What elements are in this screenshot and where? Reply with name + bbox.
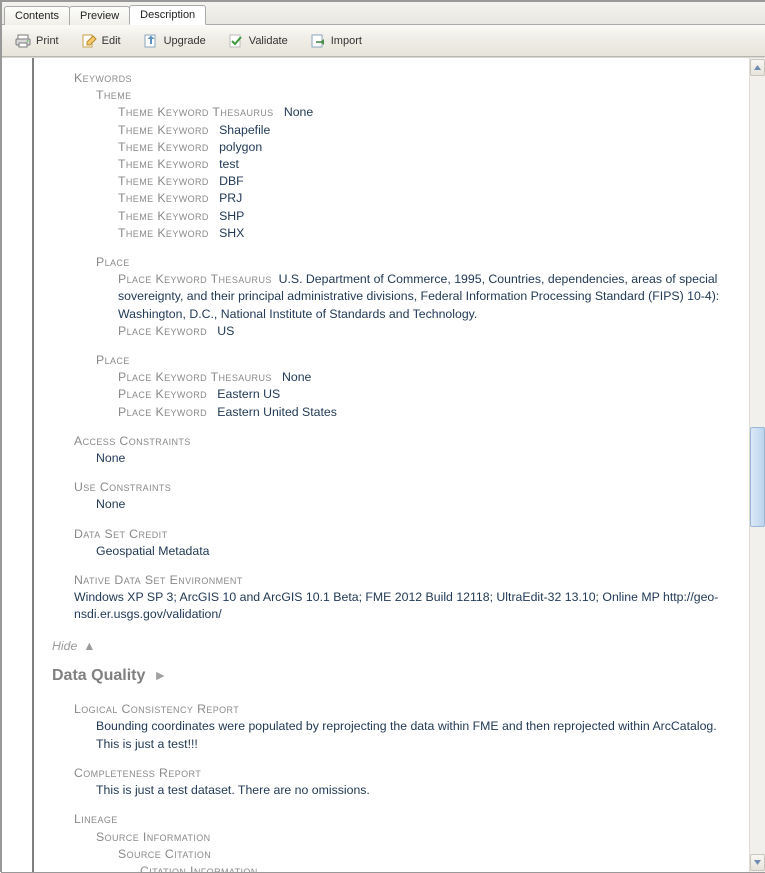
button-label: Edit — [102, 35, 121, 47]
tab-contents[interactable]: Contents — [4, 6, 70, 25]
vertical-scrollbar[interactable] — [749, 58, 765, 872]
button-label: Import — [331, 35, 362, 47]
tab-strip: Contents Preview Description — [2, 2, 765, 25]
theme-keyword-label: Theme Keyword — [118, 226, 209, 240]
printer-icon — [15, 33, 31, 49]
theme-keyword-value: polygon — [219, 140, 262, 154]
tab-preview[interactable]: Preview — [69, 6, 130, 25]
scroll-track[interactable] — [750, 77, 765, 853]
theme-thesaurus-value: None — [284, 105, 313, 119]
upgrade-button[interactable]: Upgrade — [136, 29, 213, 53]
native-env-value: Windows XP SP 3; ArcGIS 10 and ArcGIS 10… — [74, 589, 729, 623]
edit-button[interactable]: Edit — [74, 29, 128, 53]
completeness-label: Completeness Report — [74, 765, 729, 782]
access-constraints-label: Access Constraints — [74, 433, 729, 450]
place-thesaurus-label: Place Keyword Thesaurus — [118, 272, 272, 286]
metadata-content: Keywords Theme Theme Keyword Thesaurus N… — [2, 58, 749, 872]
place-keyword-label: Place Keyword — [118, 387, 207, 401]
validate-button[interactable]: Validate — [221, 29, 295, 53]
button-label: Validate — [249, 35, 288, 47]
lineage-label: Lineage — [74, 811, 729, 828]
hide-toggle[interactable]: Hide ▲ — [52, 638, 729, 655]
button-label: Print — [36, 35, 59, 47]
theme-keyword-label: Theme Keyword — [118, 157, 209, 171]
place-header: Place — [96, 254, 729, 271]
place-keyword-value: Eastern US — [217, 387, 280, 401]
theme-keyword-value: SHX — [219, 226, 244, 240]
place-keyword-value: US — [217, 324, 234, 338]
place-thesaurus-value: None — [282, 370, 311, 384]
place-keyword-label: Place Keyword — [118, 405, 207, 419]
expand-right-icon: ► — [153, 666, 167, 686]
theme-keyword-value: DBF — [219, 174, 244, 188]
place-thesaurus-label: Place Keyword Thesaurus — [118, 370, 272, 384]
place-header: Place — [96, 352, 729, 369]
use-constraints-label: Use Constraints — [74, 479, 729, 496]
theme-keyword-value: Shapefile — [219, 123, 270, 137]
vertical-rule — [32, 58, 34, 872]
access-constraints-value: None — [96, 450, 729, 467]
tab-label: Contents — [15, 10, 59, 22]
scroll-thumb[interactable] — [750, 427, 765, 527]
theme-keyword-label: Theme Keyword — [118, 209, 209, 223]
theme-keyword-value: PRJ — [219, 191, 242, 205]
import-button[interactable]: Import — [303, 29, 369, 53]
logical-consistency-value: Bounding coordinates were populated by r… — [96, 718, 729, 752]
collapse-up-icon: ▲ — [83, 638, 95, 655]
button-label: Upgrade — [164, 35, 206, 47]
native-env-label: Native Data Set Environment — [74, 572, 729, 589]
theme-header: Theme — [96, 87, 729, 104]
tab-label: Preview — [80, 10, 119, 22]
data-set-credit-label: Data Set Credit — [74, 526, 729, 543]
edit-icon — [81, 33, 97, 49]
tab-label: Description — [140, 9, 195, 21]
use-constraints-value: None — [96, 496, 729, 513]
source-information-label: Source Information — [96, 829, 729, 846]
place-keyword-label: Place Keyword — [118, 324, 207, 338]
print-button[interactable]: Print — [8, 29, 66, 53]
theme-keyword-value: SHP — [219, 209, 244, 223]
import-icon — [310, 33, 326, 49]
data-quality-header[interactable]: Data Quality ► — [52, 665, 729, 687]
logical-consistency-label: Logical Consistency Report — [74, 701, 729, 718]
scroll-up-button[interactable] — [750, 59, 765, 76]
place-keyword-value: Eastern United States — [217, 405, 337, 419]
validate-icon — [228, 33, 244, 49]
source-citation-label: Source Citation — [118, 846, 729, 863]
toolbar: Print Edit Upgrade Validate Import — [2, 25, 765, 57]
data-set-credit-value: Geospatial Metadata — [96, 543, 729, 560]
theme-keyword-label: Theme Keyword — [118, 191, 209, 205]
tab-description[interactable]: Description — [129, 5, 206, 25]
hide-label: Hide — [52, 638, 77, 655]
keywords-header: Keywords — [74, 70, 729, 87]
upgrade-icon — [143, 33, 159, 49]
citation-information-label: Citation Information — [140, 863, 729, 872]
data-quality-label: Data Quality — [52, 665, 145, 687]
content-panel: Keywords Theme Theme Keyword Thesaurus N… — [2, 57, 765, 872]
completeness-value: This is just a test dataset. There are n… — [96, 782, 729, 799]
theme-keyword-value: test — [219, 157, 239, 171]
theme-keyword-label: Theme Keyword — [118, 174, 209, 188]
theme-thesaurus-label: Theme Keyword Thesaurus — [118, 105, 274, 119]
scroll-down-button[interactable] — [750, 854, 765, 871]
theme-keyword-label: Theme Keyword — [118, 140, 209, 154]
theme-keyword-label: Theme Keyword — [118, 123, 209, 137]
